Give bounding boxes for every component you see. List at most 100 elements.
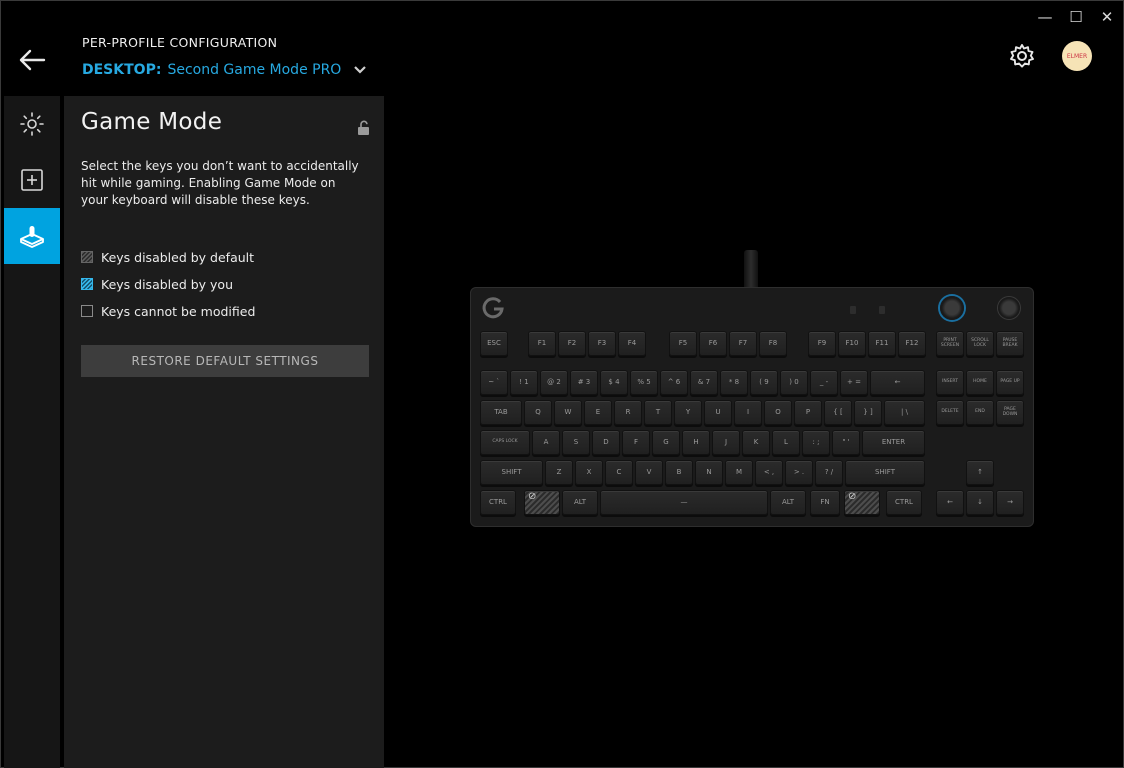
key-symbol[interactable]: } ]: [854, 400, 882, 425]
key-symbol[interactable]: ↑: [966, 460, 994, 485]
gear-icon[interactable]: [1008, 42, 1036, 70]
key-r[interactable]: R: [614, 400, 642, 425]
rail-item-game-mode[interactable]: [4, 208, 60, 264]
key-f12[interactable]: F12: [898, 331, 926, 356]
lighting-button[interactable]: [998, 297, 1020, 319]
key-v[interactable]: V: [635, 460, 663, 485]
key-f10[interactable]: F10: [838, 331, 866, 356]
key-f2[interactable]: F2: [558, 331, 586, 356]
key-f1[interactable]: F1: [528, 331, 556, 356]
key-symbol[interactable]: ? /: [815, 460, 843, 485]
key-w[interactable]: W: [554, 400, 582, 425]
key-2[interactable]: @ 2: [540, 370, 568, 395]
key-symbol[interactable]: : ;: [802, 430, 830, 455]
key-y[interactable]: Y: [674, 400, 702, 425]
key-shift[interactable]: SHIFT: [845, 460, 925, 485]
avatar[interactable]: ELMER: [1062, 41, 1092, 71]
key-f3[interactable]: F3: [588, 331, 616, 356]
unlock-icon[interactable]: [356, 120, 372, 136]
key-symbol[interactable]: < ,: [755, 460, 783, 485]
key-end[interactable]: END: [966, 400, 994, 425]
key-4[interactable]: $ 4: [600, 370, 628, 395]
rail-item-lighting[interactable]: [4, 96, 60, 152]
key-symbol[interactable]: " ': [832, 430, 860, 455]
key-symbol[interactable]: —: [600, 490, 768, 515]
key-x[interactable]: X: [575, 460, 603, 485]
key-fn[interactable]: FN: [810, 490, 840, 515]
key-f6[interactable]: F6: [699, 331, 727, 356]
key-z[interactable]: Z: [545, 460, 573, 485]
key-symbol[interactable]: > .: [785, 460, 813, 485]
key-5[interactable]: % 5: [630, 370, 658, 395]
key-d[interactable]: D: [592, 430, 620, 455]
key-shift[interactable]: SHIFT: [480, 460, 543, 485]
key-1[interactable]: ! 1: [510, 370, 538, 395]
key-esc[interactable]: ESC: [480, 331, 508, 356]
game-mode-button[interactable]: [940, 296, 964, 320]
key-f11[interactable]: F11: [868, 331, 896, 356]
key-scroll-lock[interactable]: SCROLL LOCK: [966, 331, 994, 356]
key-symbol[interactable]: _ -: [810, 370, 838, 395]
key-u[interactable]: U: [704, 400, 732, 425]
key-home[interactable]: HOME: [966, 370, 994, 395]
key-f7[interactable]: F7: [729, 331, 757, 356]
key-f9[interactable]: F9: [808, 331, 836, 356]
key-page-down[interactable]: PAGE DOWN: [996, 400, 1024, 425]
key-o[interactable]: O: [764, 400, 792, 425]
key-insert[interactable]: INSERT: [936, 370, 964, 395]
key-0[interactable]: ) 0: [780, 370, 808, 395]
key-symbol[interactable]: ↓: [966, 490, 994, 515]
key-caps-lock[interactable]: CAPS LOCK: [480, 430, 530, 455]
key-symbol[interactable]: ←: [936, 490, 964, 515]
key-s[interactable]: S: [562, 430, 590, 455]
key-f[interactable]: F: [622, 430, 650, 455]
key-delete[interactable]: DELETE: [936, 400, 964, 425]
key-a[interactable]: A: [532, 430, 560, 455]
key-c[interactable]: C: [605, 460, 633, 485]
key-symbol[interactable]: | \: [884, 400, 925, 425]
key-h[interactable]: H: [682, 430, 710, 455]
key-3[interactable]: # 3: [570, 370, 598, 395]
key-8[interactable]: * 8: [720, 370, 748, 395]
key-b[interactable]: B: [665, 460, 693, 485]
key-pause-break[interactable]: PAUSE BREAK: [996, 331, 1024, 356]
key-windows-disabled[interactable]: [844, 490, 880, 515]
key-6[interactable]: ^ 6: [660, 370, 688, 395]
key-q[interactable]: Q: [524, 400, 552, 425]
maximize-button[interactable]: ☐: [1065, 8, 1087, 26]
key-k[interactable]: K: [742, 430, 770, 455]
profile-selector[interactable]: DESKTOP: Second Game Mode PRO: [82, 62, 367, 78]
key-l[interactable]: L: [772, 430, 800, 455]
key-9[interactable]: ( 9: [750, 370, 778, 395]
key-m[interactable]: M: [725, 460, 753, 485]
key-symbol[interactable]: + =: [840, 370, 868, 395]
key-print-screen[interactable]: PRINT SCREEN: [936, 331, 964, 356]
key-ctrl[interactable]: CTRL: [480, 490, 516, 515]
key-symbol[interactable]: { [: [824, 400, 852, 425]
key-e[interactable]: E: [584, 400, 612, 425]
key-ctrl[interactable]: CTRL: [886, 490, 922, 515]
restore-defaults-button[interactable]: RESTORE DEFAULT SETTINGS: [81, 345, 369, 377]
close-button[interactable]: ✕: [1096, 8, 1118, 26]
key-page-up[interactable]: PAGE UP: [996, 370, 1024, 395]
key-tab[interactable]: TAB: [480, 400, 522, 425]
key-g[interactable]: G: [652, 430, 680, 455]
key-f5[interactable]: F5: [669, 331, 697, 356]
key-enter[interactable]: ENTER: [862, 430, 925, 455]
key-alt[interactable]: ALT: [562, 490, 598, 515]
key-t[interactable]: T: [644, 400, 672, 425]
key-alt[interactable]: ALT: [770, 490, 806, 515]
rail-item-assignments[interactable]: [4, 152, 60, 208]
key-symbol[interactable]: ←: [870, 370, 925, 395]
key-windows-disabled[interactable]: [524, 490, 560, 515]
key-symbol[interactable]: ~ `: [480, 370, 508, 395]
key-7[interactable]: & 7: [690, 370, 718, 395]
key-f4[interactable]: F4: [618, 331, 646, 356]
key-symbol[interactable]: →: [996, 490, 1024, 515]
key-p[interactable]: P: [794, 400, 822, 425]
key-i[interactable]: I: [734, 400, 762, 425]
minimize-button[interactable]: —: [1034, 8, 1056, 26]
key-j[interactable]: J: [712, 430, 740, 455]
key-f8[interactable]: F8: [759, 331, 787, 356]
key-n[interactable]: N: [695, 460, 723, 485]
